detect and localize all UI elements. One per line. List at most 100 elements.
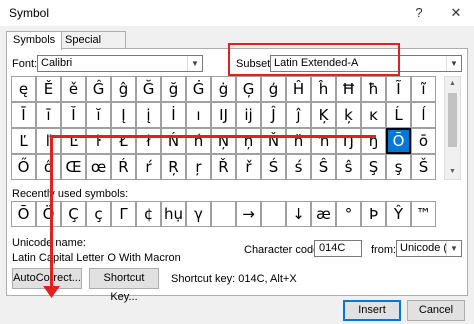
symbol-cell[interactable]: Ĝ (86, 76, 111, 102)
recent-symbol-cell[interactable]: Ŷ (386, 201, 411, 227)
recent-symbol-cell[interactable]: ° (336, 201, 361, 227)
symbol-cell[interactable]: ĩ (411, 76, 436, 102)
symbol-cell[interactable]: ĺ (411, 102, 436, 128)
recent-symbol-cell[interactable]: Ç (61, 201, 86, 227)
symbol-cell[interactable]: ŋ (361, 128, 386, 154)
symbol-cell[interactable]: ņ (236, 128, 261, 154)
symbol-cell[interactable]: Ň (261, 128, 286, 154)
symbol-cell[interactable]: Ř (211, 154, 236, 180)
symbol-cell[interactable]: Ń (161, 128, 186, 154)
recent-symbol-cell[interactable] (261, 201, 286, 227)
symbol-cell[interactable]: ł (136, 128, 161, 154)
symbol-cell[interactable]: ķ (336, 102, 361, 128)
chevron-down-icon[interactable]: ▼ (446, 56, 461, 71)
symbol-cell[interactable]: Ś (261, 154, 286, 180)
symbol-cell[interactable]: Ĥ (286, 76, 311, 102)
symbol-cell[interactable]: ś (286, 154, 311, 180)
symbol-cell[interactable]: ŝ (336, 154, 361, 180)
symbol-cell[interactable]: ī (36, 102, 61, 128)
symbol-cell[interactable]: ĸ (361, 102, 386, 128)
symbol-cell[interactable]: Ī (11, 102, 36, 128)
recent-symbol-cell[interactable]: ™ (411, 201, 436, 227)
symbol-cell[interactable]: œ (86, 154, 111, 180)
symbol-cell[interactable]: ĥ (311, 76, 336, 102)
symbol-cell[interactable]: ň (286, 128, 311, 154)
symbol-cell[interactable]: Į (111, 102, 136, 128)
symbol-cell[interactable]: Ĵ (261, 102, 286, 128)
recent-symbol-cell[interactable]: → (236, 201, 261, 227)
insert-button[interactable]: Insert (343, 300, 401, 321)
symbol-cell[interactable]: ŗ (186, 154, 211, 180)
symbol-cell[interactable]: Ŕ (111, 154, 136, 180)
symbol-cell[interactable]: ģ (261, 76, 286, 102)
symbol-cell[interactable]: ş (386, 154, 411, 180)
symbol-cell[interactable]: ħ (361, 76, 386, 102)
recent-symbol-cell[interactable]: Γ (111, 201, 136, 227)
font-dropdown[interactable]: Calibri ▼ (37, 55, 203, 72)
symbol-cell[interactable]: ğ (161, 76, 186, 102)
chevron-down-icon[interactable]: ▼ (446, 241, 461, 256)
symbol-cell[interactable]: ř (236, 154, 261, 180)
help-button[interactable]: ? (403, 0, 435, 26)
grid-scrollbar[interactable]: ▲ ▼ (444, 76, 461, 180)
recent-symbol-cell[interactable]: Ö (36, 201, 61, 227)
symbol-cell[interactable]: Ķ (311, 102, 336, 128)
symbol-cell[interactable]: İ (161, 102, 186, 128)
scroll-up-icon[interactable]: ▲ (445, 77, 460, 91)
from-dropdown[interactable]: Unicode (hex) ▼ (396, 240, 462, 257)
recent-symbol-cell[interactable]: Þ (361, 201, 386, 227)
recent-symbol-cell[interactable]: ↓ (286, 201, 311, 227)
symbol-cell[interactable]: Ş (361, 154, 386, 180)
symbol-cell[interactable]: Ŋ (336, 128, 361, 154)
symbol-cell[interactable]: ĳ (236, 102, 261, 128)
recent-symbol-cell[interactable]: γ (186, 201, 211, 227)
symbol-cell[interactable]: ę (11, 76, 36, 102)
tab-special-characters[interactable]: Special Characters (58, 31, 126, 62)
symbol-cell[interactable]: Ő (11, 154, 36, 180)
symbol-cell[interactable]: Š (411, 154, 436, 180)
symbol-cell[interactable]: ŕ (136, 154, 161, 180)
symbol-cell[interactable]: Ō (386, 128, 411, 154)
symbol-cell[interactable]: ĭ (86, 102, 111, 128)
symbol-cell[interactable]: Ĭ (61, 102, 86, 128)
symbol-cell[interactable]: ı (186, 102, 211, 128)
symbol-cell[interactable]: Œ (61, 154, 86, 180)
symbol-cell[interactable]: ō (411, 128, 436, 154)
symbol-cell[interactable]: Ě (36, 76, 61, 102)
symbol-cell[interactable]: Ł (111, 128, 136, 154)
scroll-down-icon[interactable]: ▼ (445, 165, 460, 179)
symbol-cell[interactable]: ĵ (286, 102, 311, 128)
symbol-cell[interactable]: Ĳ (211, 102, 236, 128)
symbol-cell[interactable]: Ġ (186, 76, 211, 102)
recent-symbol-cell[interactable]: ¢ (136, 201, 161, 227)
symbol-cell[interactable]: Ŝ (311, 154, 336, 180)
recent-symbol-cell[interactable] (211, 201, 236, 227)
symbol-cell[interactable]: ġ (211, 76, 236, 102)
recent-symbol-cell[interactable]: Ō (11, 201, 36, 227)
symbol-cell[interactable]: Ģ (236, 76, 261, 102)
symbol-cell[interactable]: Ħ (336, 76, 361, 102)
scroll-thumb[interactable] (448, 93, 457, 147)
symbol-cell[interactable]: Ĩ (386, 76, 411, 102)
shortcut-key-button[interactable]: Shortcut Key... (89, 268, 159, 303)
symbol-cell[interactable]: Ğ (136, 76, 161, 102)
symbol-cell[interactable]: Ĺ (386, 102, 411, 128)
recent-symbol-cell[interactable]: æ (311, 201, 336, 227)
cancel-button[interactable]: Cancel (407, 300, 465, 321)
symbol-cell[interactable]: Ŀ (61, 128, 86, 154)
symbol-cell[interactable]: Ņ (211, 128, 236, 154)
symbol-cell[interactable]: ě (61, 76, 86, 102)
symbol-cell[interactable]: Ľ (11, 128, 36, 154)
symbol-cell[interactable]: ľ (36, 128, 61, 154)
symbol-cell[interactable]: ŀ (86, 128, 111, 154)
close-button[interactable]: ✕ (440, 0, 472, 26)
character-code-input[interactable]: 014C (314, 240, 362, 257)
recent-symbol-cell[interactable]: hụ (161, 201, 186, 227)
symbol-cell[interactable]: ĝ (111, 76, 136, 102)
symbol-cell[interactable]: į (136, 102, 161, 128)
recent-symbol-cell[interactable]: ç (86, 201, 111, 227)
symbol-cell[interactable]: ń (186, 128, 211, 154)
chevron-down-icon[interactable]: ▼ (187, 56, 202, 71)
symbol-cell[interactable]: ő (36, 154, 61, 180)
symbol-cell[interactable]: ŉ (311, 128, 336, 154)
